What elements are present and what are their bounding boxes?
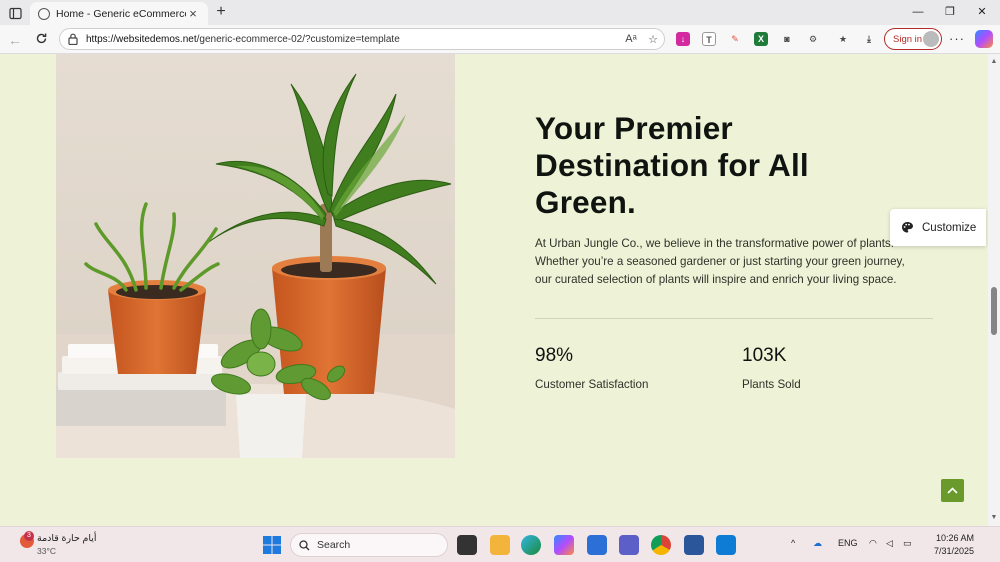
hero-description-line-1: At Urban Jungle Co., we believe in the t… (535, 237, 894, 250)
url-path: /generic-ecommerce-02/?customize=templat… (196, 33, 400, 45)
scroll-to-top-button[interactable] (941, 479, 964, 502)
teams-icon[interactable] (619, 535, 639, 555)
tab-home[interactable]: Home - Generic eCommerce × (30, 2, 208, 25)
minimize-button[interactable]: — (900, 0, 936, 25)
start-windows-icon[interactable] (262, 535, 282, 555)
new-tab-button[interactable]: + (212, 3, 230, 21)
tab-actions-icon[interactable] (6, 4, 24, 22)
site-favicon-icon (38, 7, 50, 20)
notification-badge: 3 (24, 531, 34, 541)
close-window-button[interactable]: ✕ (964, 0, 1000, 25)
page-scrollbar[interactable]: ▲ ▼ (988, 54, 1000, 526)
clock-date: 7/31/2025 (933, 546, 974, 556)
chevron-up-icon (947, 487, 958, 494)
copilot-app-icon[interactable] (554, 535, 574, 555)
extension-text-icon[interactable]: T (702, 32, 716, 46)
file-explorer-icon[interactable] (490, 535, 510, 555)
clock-time: 10:26 AM (935, 533, 974, 543)
url-text[interactable]: https://websitedemos.net/generic-ecommer… (86, 34, 620, 45)
customize-label: Customize (922, 221, 977, 234)
hero-description-line-2: Whether you’re a seasoned gardener or ju… (535, 255, 905, 268)
word-icon[interactable] (684, 535, 704, 555)
hero-description: At Urban Jungle Co., we believe in the t… (535, 235, 935, 289)
customize-button[interactable]: Customize (890, 209, 986, 246)
sign-in-button[interactable]: Sign in (884, 28, 942, 50)
stat-label: Plants Sold (742, 378, 801, 391)
lock-icon[interactable] (68, 33, 80, 45)
scroll-down-arrow-icon[interactable]: ▼ (988, 512, 1000, 524)
extension-pen-icon[interactable]: ✎ (728, 32, 742, 46)
page-content: Your Premier Destination for All Green. … (0, 54, 988, 526)
windows-taskbar: 3 أيام حارة قادمة 33°C Search ^ ☁ ENG ◠ … (0, 526, 1000, 562)
address-toolbar: ← https://websitedemos.net/generic-ecomm… (0, 25, 1000, 54)
stat-plants-sold: 103K Plants Sold (742, 345, 801, 391)
tab-close-icon[interactable]: × (186, 6, 200, 21)
tab-title: Home - Generic eCommerce (56, 7, 186, 20)
extensions-puzzle-icon[interactable]: ⚙ (806, 32, 820, 46)
back-arrow-icon[interactable]: ← (5, 30, 25, 50)
divider (535, 318, 933, 319)
stat-customer-satisfaction: 98% Customer Satisfaction (535, 345, 648, 391)
refresh-icon[interactable] (31, 30, 51, 50)
tray-chevron-up-icon[interactable]: ^ (791, 538, 795, 548)
copilot-icon[interactable] (975, 30, 993, 48)
stat-value: 98% (535, 345, 574, 366)
scroll-up-arrow-icon[interactable]: ▲ (988, 56, 1000, 68)
url-host: https://websitedemos.net (86, 33, 197, 45)
volume-icon[interactable]: ◁ (886, 538, 893, 549)
sign-in-label: Sign in (893, 33, 923, 45)
downloads-icon[interactable]: ⤓ (862, 32, 876, 46)
edge-browser-icon[interactable] (521, 535, 541, 555)
extension-download-icon[interactable]: ↓ (676, 32, 690, 46)
hero-plants-image (56, 54, 455, 458)
hero-description-line-3: our curated selection of plants will ins… (535, 273, 897, 286)
restore-button[interactable]: ❐ (932, 0, 968, 25)
hero-headline-line-3: Green. (535, 184, 636, 220)
taskbar-clock[interactable]: 10:26 AM 7/31/2025 (922, 532, 974, 558)
task-view-icon[interactable] (457, 535, 477, 555)
url-bar[interactable]: https://websitedemos.net/generic-ecommer… (59, 28, 665, 50)
more-menu-icon[interactable]: ··· (949, 32, 965, 46)
battery-icon[interactable]: ▭ (903, 538, 912, 549)
store-icon[interactable] (587, 535, 607, 555)
vscode-icon[interactable] (716, 535, 736, 555)
onedrive-cloud-icon[interactable]: ☁ (813, 538, 822, 549)
hero-headline-line-2: Destination for All (535, 147, 809, 183)
stat-label: Customer Satisfaction (535, 378, 649, 391)
palette-icon (902, 222, 913, 233)
wifi-icon[interactable]: ◠ (869, 538, 877, 549)
search-label: Search (317, 539, 351, 551)
chrome-icon[interactable] (651, 535, 671, 555)
tab-strip: Home - Generic eCommerce × + — ❐ ✕ (0, 0, 1000, 25)
read-aloud-icon[interactable]: Aᵃ (620, 33, 642, 45)
weather-widget[interactable]: 3 أيام حارة قادمة 33°C (20, 531, 100, 559)
hero-headline: Your Premier Destination for All Green. (535, 110, 835, 221)
profile-avatar-icon (923, 31, 939, 47)
search-icon (299, 539, 310, 550)
taskbar-search[interactable]: Search (290, 533, 448, 557)
stat-value: 103K (742, 345, 787, 366)
weather-text: أيام حارة قادمة (37, 533, 97, 544)
favorites-list-icon[interactable]: ★ (836, 32, 850, 46)
screenshot-camera-icon[interactable]: ◙ (780, 32, 794, 46)
favorite-star-icon[interactable]: ☆ (642, 33, 664, 46)
weather-temp: 33°C (37, 546, 56, 556)
extension-x-icon[interactable]: X (754, 32, 768, 46)
scrollbar-thumb[interactable] (991, 287, 997, 335)
language-indicator[interactable]: ENG (838, 538, 858, 548)
hero-headline-line-1: Your Premier (535, 110, 733, 146)
